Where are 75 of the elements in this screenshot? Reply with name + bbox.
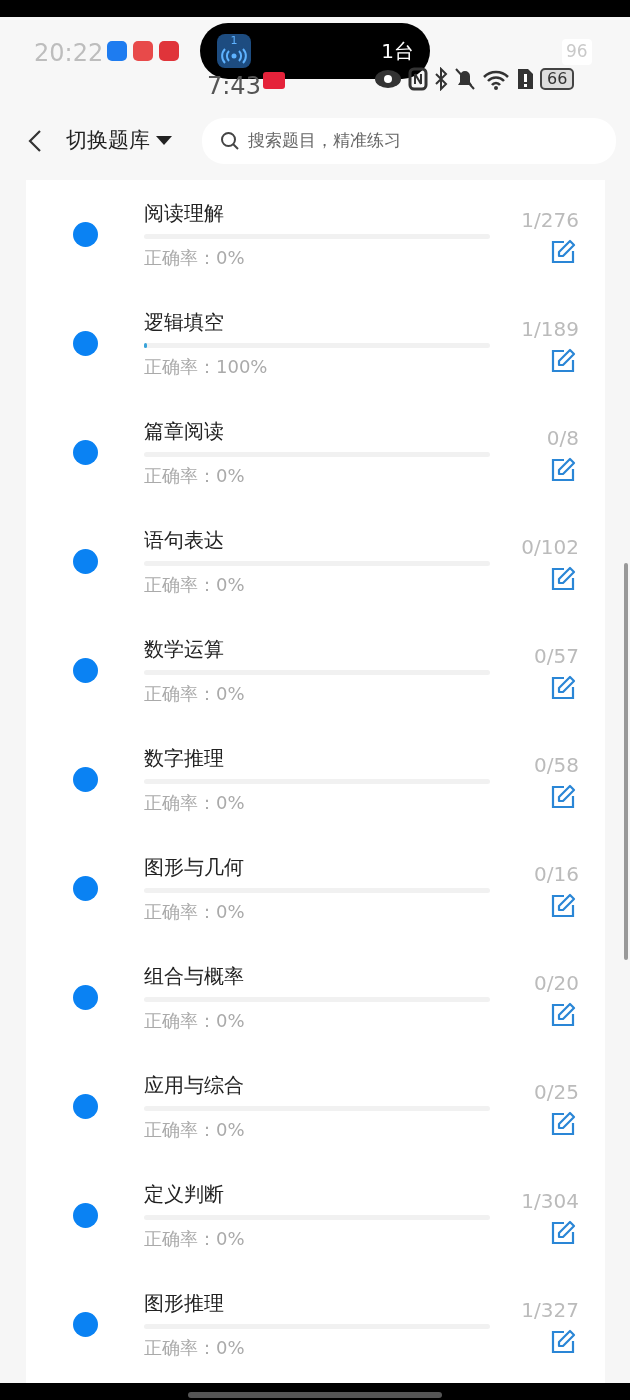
accuracy-text: 正确率：0% (144, 899, 246, 924)
edit-icon[interactable] (550, 1110, 576, 1137)
app-icon (263, 72, 285, 89)
bullet-dot (73, 985, 98, 1010)
topic-name[interactable]: 篇章阅读 (144, 416, 490, 445)
battery-indicator: 66 (540, 68, 575, 90)
progress-count: 0/57 (534, 642, 579, 670)
accuracy-text: 正确率：0% (144, 572, 246, 597)
topic-name[interactable]: 定义判断 (144, 1179, 490, 1208)
progress-count: 1/327 (521, 1296, 579, 1324)
progress-count: 0/20 (534, 969, 579, 997)
edit-icon[interactable] (550, 783, 576, 810)
topic-name[interactable]: 语句表达 (144, 525, 490, 554)
status-time: 7:43 (207, 73, 261, 99)
accuracy-text: 正确率：0% (144, 790, 246, 815)
progress-count: 0/16 (534, 860, 579, 888)
eye-icon (374, 67, 402, 91)
nfc-icon (408, 67, 428, 91)
bullet-dot (73, 767, 98, 792)
app-icon (159, 41, 179, 61)
app-icon (133, 41, 153, 61)
bullet-dot (73, 331, 98, 356)
topic-name[interactable]: 数学运算 (144, 634, 490, 663)
status-time: 20:22 (34, 38, 104, 69)
back-icon[interactable] (28, 129, 42, 153)
topic-name[interactable]: 图形推理 (144, 1288, 490, 1317)
device-count: 1台 (381, 38, 414, 65)
search-icon (220, 131, 240, 151)
topic-name[interactable]: 逻辑填空 (144, 307, 490, 336)
app-icon (107, 41, 127, 61)
search-field[interactable]: 搜索题目，精准练习 (202, 118, 616, 164)
topic-name[interactable]: 数字推理 (144, 743, 490, 772)
bullet-dot (73, 1312, 98, 1337)
bullet-dot (73, 876, 98, 901)
bullet-dot (73, 440, 98, 465)
bullet-dot (73, 1203, 98, 1228)
progress-count: 0/58 (534, 751, 579, 779)
bullet-dot (73, 549, 98, 574)
edit-icon[interactable] (550, 1328, 576, 1355)
topic-name[interactable]: 组合与概率 (144, 961, 490, 990)
accuracy-text: 正确率：0% (144, 1226, 246, 1251)
accuracy-text: 正确率：0% (144, 1335, 246, 1360)
bluetooth-icon (434, 67, 448, 91)
edit-icon[interactable] (550, 456, 576, 483)
bank-switch-dropdown[interactable]: 切换题库 (66, 125, 172, 157)
edit-icon[interactable] (550, 1219, 576, 1246)
edit-icon[interactable] (550, 1001, 576, 1028)
accuracy-text: 正确率：0% (144, 681, 246, 706)
edit-icon[interactable] (550, 238, 576, 265)
bullet-dot (73, 222, 98, 247)
progress-count: 1/304 (521, 1187, 579, 1215)
accuracy-text: 正确率：100% (144, 354, 269, 379)
accuracy-text: 正确率：0% (144, 1117, 246, 1142)
sim-alert-icon (516, 67, 534, 91)
edit-icon[interactable] (550, 892, 576, 919)
muted-bell-icon (454, 67, 476, 91)
caret-icon (156, 136, 172, 146)
topic-name[interactable]: 阅读理解 (144, 198, 490, 227)
progress-count: 0/102 (521, 533, 579, 561)
accuracy-text: 正确率：0% (144, 1008, 246, 1033)
progress-count: 1/189 (521, 315, 579, 343)
progress-count: 0/25 (534, 1078, 579, 1106)
progress-count: 1/276 (521, 206, 579, 234)
accuracy-text: 正确率：0% (144, 463, 246, 488)
progress-count: 0/8 (546, 424, 579, 452)
edit-icon[interactable] (550, 565, 576, 592)
accuracy-text: 正确率：0% (144, 245, 246, 270)
bullet-dot (73, 658, 98, 683)
bullet-dot (73, 1094, 98, 1119)
topic-name[interactable]: 应用与综合 (144, 1070, 490, 1099)
broadcast-icon: 1 (217, 34, 251, 68)
topic-name[interactable]: 图形与几何 (144, 852, 490, 881)
edit-icon[interactable] (550, 347, 576, 374)
edit-icon[interactable] (550, 674, 576, 701)
search-input[interactable]: 搜索题目，精准练习 (246, 127, 616, 155)
